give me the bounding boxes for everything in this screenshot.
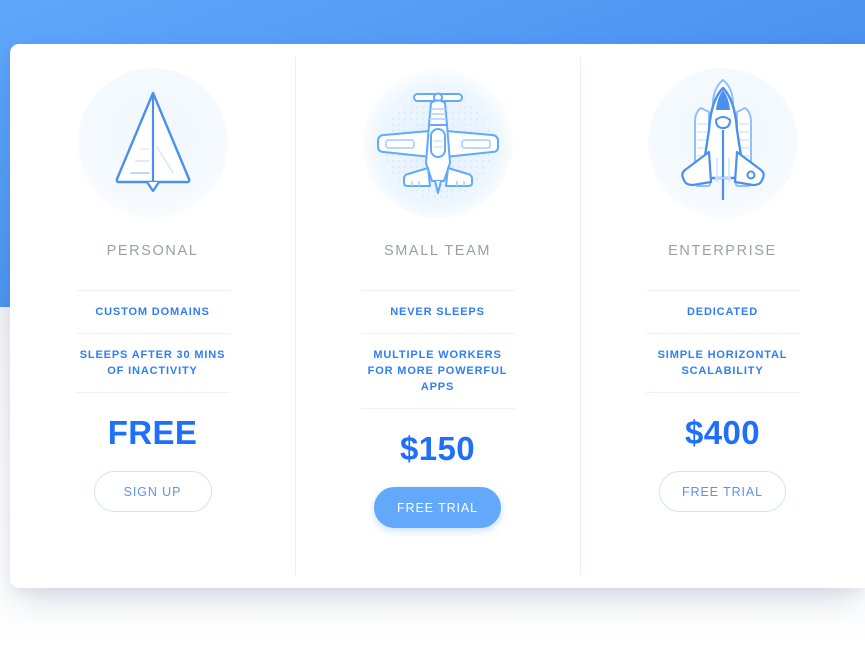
plan-feature: SIMPLE HORIZONTAL SCALABILITY bbox=[645, 334, 800, 393]
plan-feature: SLEEPS AFTER 30 MINS OF INACTIVITY bbox=[75, 334, 230, 393]
plan-feature-list: CUSTOM DOMAINS SLEEPS AFTER 30 MINS OF I… bbox=[75, 290, 230, 393]
plan-column-small-team: SMALL TEAM NEVER SLEEPS MULTIPLE WORKERS… bbox=[295, 44, 580, 588]
plan-feature: MULTIPLE WORKERS FOR MORE POWERFUL APPS bbox=[360, 334, 515, 409]
plan-feature-list: DEDICATED SIMPLE HORIZONTAL SCALABILITY bbox=[645, 290, 800, 393]
plan-icon-wrap bbox=[73, 63, 233, 223]
space-shuttle-icon bbox=[671, 78, 775, 209]
plan-icon-wrap bbox=[643, 63, 803, 223]
pricing-card: PERSONAL CUSTOM DOMAINS SLEEPS AFTER 30 … bbox=[10, 44, 865, 588]
paper-plane-icon bbox=[111, 87, 195, 200]
plan-feature: NEVER SLEEPS bbox=[360, 291, 515, 334]
plan-name: SMALL TEAM bbox=[383, 243, 492, 259]
plan-feature: CUSTOM DOMAINS bbox=[75, 291, 230, 334]
free-trial-button[interactable]: FREE TRIAL bbox=[658, 471, 786, 512]
propeller-plane-icon bbox=[374, 85, 502, 202]
plan-icon-wrap bbox=[358, 63, 518, 223]
plan-column-personal: PERSONAL CUSTOM DOMAINS SLEEPS AFTER 30 … bbox=[10, 44, 295, 588]
free-trial-button[interactable]: FREE TRIAL bbox=[373, 487, 501, 528]
plan-price: $150 bbox=[399, 430, 475, 467]
plan-name: ENTERPRISE bbox=[668, 243, 777, 259]
plan-name: PERSONAL bbox=[106, 243, 199, 259]
plan-feature-list: NEVER SLEEPS MULTIPLE WORKERS FOR MORE P… bbox=[360, 290, 515, 409]
plan-feature: DEDICATED bbox=[645, 291, 800, 334]
plan-price: $400 bbox=[684, 414, 760, 451]
plan-price: FREE bbox=[107, 414, 198, 451]
plan-column-enterprise: ENTERPRISE DEDICATED SIMPLE HORIZONTAL S… bbox=[580, 44, 865, 588]
signup-button[interactable]: SIGN UP bbox=[93, 471, 212, 512]
